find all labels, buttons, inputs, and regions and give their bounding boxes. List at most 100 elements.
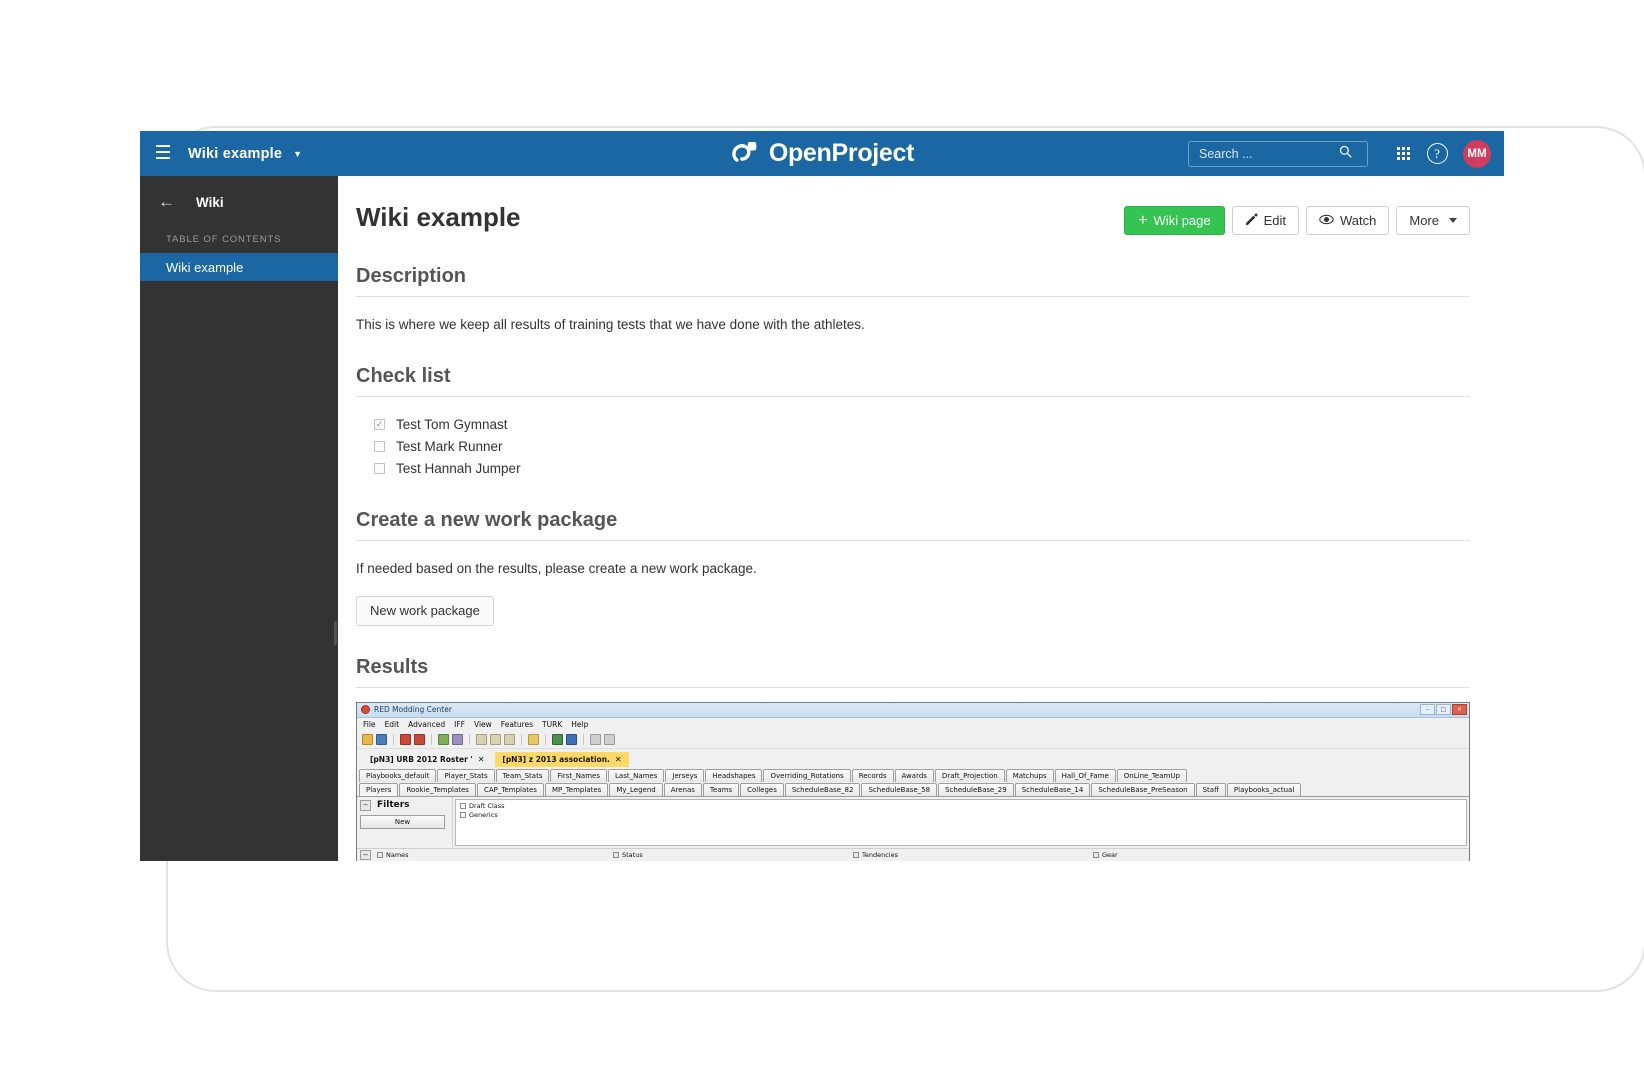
save-icon[interactable] <box>376 734 387 745</box>
tab-matchups[interactable]: Matchups <box>1005 768 1054 782</box>
column-toggle-tendencies[interactable]: Tendencies <box>853 851 1093 859</box>
paste-icon[interactable] <box>452 734 463 745</box>
tab-playbooks-actual[interactable]: Playbooks_actual <box>1226 782 1302 796</box>
open-folder-icon[interactable] <box>362 734 373 745</box>
tab-schedulebase-29[interactable]: ScheduleBase_29 <box>938 782 1014 796</box>
arrow-up-icon[interactable] <box>552 734 563 745</box>
tab-colleges[interactable]: Colleges <box>740 782 784 796</box>
tab-first-names[interactable]: First_Names <box>550 768 607 782</box>
checkbox-checked-icon[interactable]: ✓ <box>374 418 385 430</box>
tab-draft-projection[interactable]: Draft_Projection <box>934 768 1005 782</box>
sidebar-item-wiki-example[interactable]: Wiki example <box>140 253 338 281</box>
checkbox-checked-icon[interactable] <box>1093 851 1099 858</box>
checkbox-icon[interactable] <box>460 812 466 818</box>
menu-item-advanced[interactable]: Advanced <box>408 720 445 729</box>
watch-button[interactable]: Watch <box>1306 206 1390 235</box>
checkbox-checked-icon[interactable] <box>613 851 619 858</box>
filter-draft-class[interactable]: Draft Class <box>460 802 1462 811</box>
tab-cap-templates[interactable]: CAP_Templates <box>476 782 544 796</box>
hamburger-menu-icon[interactable]: ☰ <box>140 131 186 176</box>
modules-grid-button[interactable] <box>1386 131 1420 176</box>
project-selector-label[interactable]: Wiki example <box>188 146 282 162</box>
tab-records[interactable]: Records <box>851 768 894 782</box>
menu-item-turk[interactable]: TURK <box>542 720 562 729</box>
rewind-icon[interactable] <box>400 734 411 745</box>
checkbox-icon[interactable] <box>374 440 385 452</box>
tab-mp-templates[interactable]: MP_Templates <box>544 782 609 796</box>
add-wiki-page-button[interactable]: + Wiki page <box>1124 206 1225 235</box>
tab-headshapes[interactable]: Headshapes <box>705 768 763 782</box>
checkbox-icon[interactable] <box>460 803 466 809</box>
tab-players[interactable]: Players <box>359 782 399 796</box>
tab-player-stats[interactable]: Player_Stats <box>437 768 495 782</box>
embedded-document-tabs: [pN3] URB 2012 Roster ' ✕ [pN3] z 2013 a… <box>357 748 1469 767</box>
filter-generics[interactable]: Generics <box>460 811 1462 820</box>
tab-awards[interactable]: Awards <box>894 768 934 782</box>
tab-schedulebase-58[interactable]: ScheduleBase_58 <box>861 782 938 796</box>
chevron-down-icon[interactable]: ▼ <box>293 149 302 159</box>
grid-view-icon[interactable] <box>590 734 601 745</box>
collapse-icon[interactable]: − <box>360 849 371 860</box>
column-toggle-status[interactable]: Status <box>613 851 853 859</box>
chevron-down-icon <box>1449 218 1457 223</box>
minimize-icon[interactable]: – <box>1420 703 1435 715</box>
checkbox-checked-icon[interactable] <box>853 851 859 858</box>
tab-hall-of-fame[interactable]: Hall_Of_Fame <box>1054 768 1116 782</box>
tab-overriding-rotations[interactable]: Overriding_Rotations <box>763 768 851 782</box>
tab-playbooks-default[interactable]: Playbooks_default <box>359 768 437 782</box>
tab-team-stats[interactable]: Team_Stats <box>495 768 550 782</box>
tab-online-teamup[interactable]: OnLine_TeamUp <box>1116 768 1187 782</box>
column-toggle-label: Names <box>386 850 409 859</box>
list-item[interactable]: Test Hannah Jumper <box>374 457 1470 479</box>
document-tab-active[interactable]: [pN3] z 2013 association. ✕ <box>495 751 629 767</box>
menu-item-file[interactable]: File <box>363 720 376 729</box>
checkbox-icon[interactable] <box>374 462 385 474</box>
collapse-icon[interactable]: − <box>360 799 371 811</box>
arrow-down-icon[interactable] <box>566 734 577 745</box>
search-input[interactable] <box>1197 145 1339 162</box>
menu-item-iff[interactable]: IFF <box>454 720 465 729</box>
tab-schedulebase-14[interactable]: ScheduleBase_14 <box>1014 782 1091 796</box>
menu-item-view[interactable]: View <box>474 720 492 729</box>
more-button[interactable]: More <box>1396 206 1470 235</box>
document-tab[interactable]: [pN3] URB 2012 Roster ' ✕ <box>363 751 492 767</box>
sidebar-resize-handle[interactable] <box>334 621 337 645</box>
column-toggle-gear[interactable]: Gear <box>1093 851 1118 859</box>
copy-icon[interactable] <box>438 734 449 745</box>
close-icon[interactable]: ✕ <box>615 755 622 764</box>
tab-schedulebase-preseason[interactable]: ScheduleBase_PreSeason <box>1091 782 1195 796</box>
help-button[interactable]: ? <box>1420 131 1454 176</box>
tab-my-legend[interactable]: My_Legend <box>609 782 663 796</box>
edit-button[interactable]: Edit <box>1231 206 1300 235</box>
checkbox-checked-icon[interactable] <box>377 851 383 858</box>
new-work-package-button[interactable]: New work package <box>356 595 494 626</box>
user-avatar[interactable]: MM <box>1463 139 1491 168</box>
list-view-icon[interactable] <box>604 734 615 745</box>
column-toggle-names[interactable]: Names <box>377 851 613 859</box>
list-item[interactable]: Test Mark Runner <box>374 435 1470 457</box>
tab-staff[interactable]: Staff <box>1195 782 1226 796</box>
tab-teams[interactable]: Teams <box>702 782 740 796</box>
tab-jerseys[interactable]: Jerseys <box>665 768 705 782</box>
close-icon[interactable]: ✕ <box>1452 703 1467 715</box>
zoom-out-icon[interactable] <box>504 734 515 745</box>
close-icon[interactable]: ✕ <box>478 755 485 764</box>
top-navigation-bar: ☰ Wiki example ▼ OpenProject Search ... … <box>140 131 1504 176</box>
list-item[interactable]: ✓ Test Tom Gymnast <box>374 413 1470 435</box>
menu-item-features[interactable]: Features <box>501 720 533 729</box>
fast-forward-icon[interactable] <box>414 734 425 745</box>
menu-item-edit[interactable]: Edit <box>385 720 400 729</box>
tab-rookie-templates[interactable]: Rookie_Templates <box>399 782 476 796</box>
tab-last-names[interactable]: Last_Names <box>608 768 665 782</box>
new-filter-button[interactable]: New <box>360 814 445 829</box>
menu-item-help[interactable]: Help <box>571 720 588 729</box>
search-icon[interactable] <box>476 734 487 745</box>
back-arrow-icon[interactable]: ← <box>158 192 175 212</box>
tab-arenas[interactable]: Arenas <box>663 782 702 796</box>
filter-icon[interactable] <box>528 734 539 745</box>
global-search[interactable] <box>1188 140 1368 167</box>
search-icon[interactable] <box>1339 145 1352 163</box>
tab-schedulebase-82[interactable]: ScheduleBase_82 <box>784 782 861 796</box>
zoom-in-icon[interactable] <box>490 734 501 745</box>
maximize-icon[interactable]: □ <box>1436 703 1451 715</box>
